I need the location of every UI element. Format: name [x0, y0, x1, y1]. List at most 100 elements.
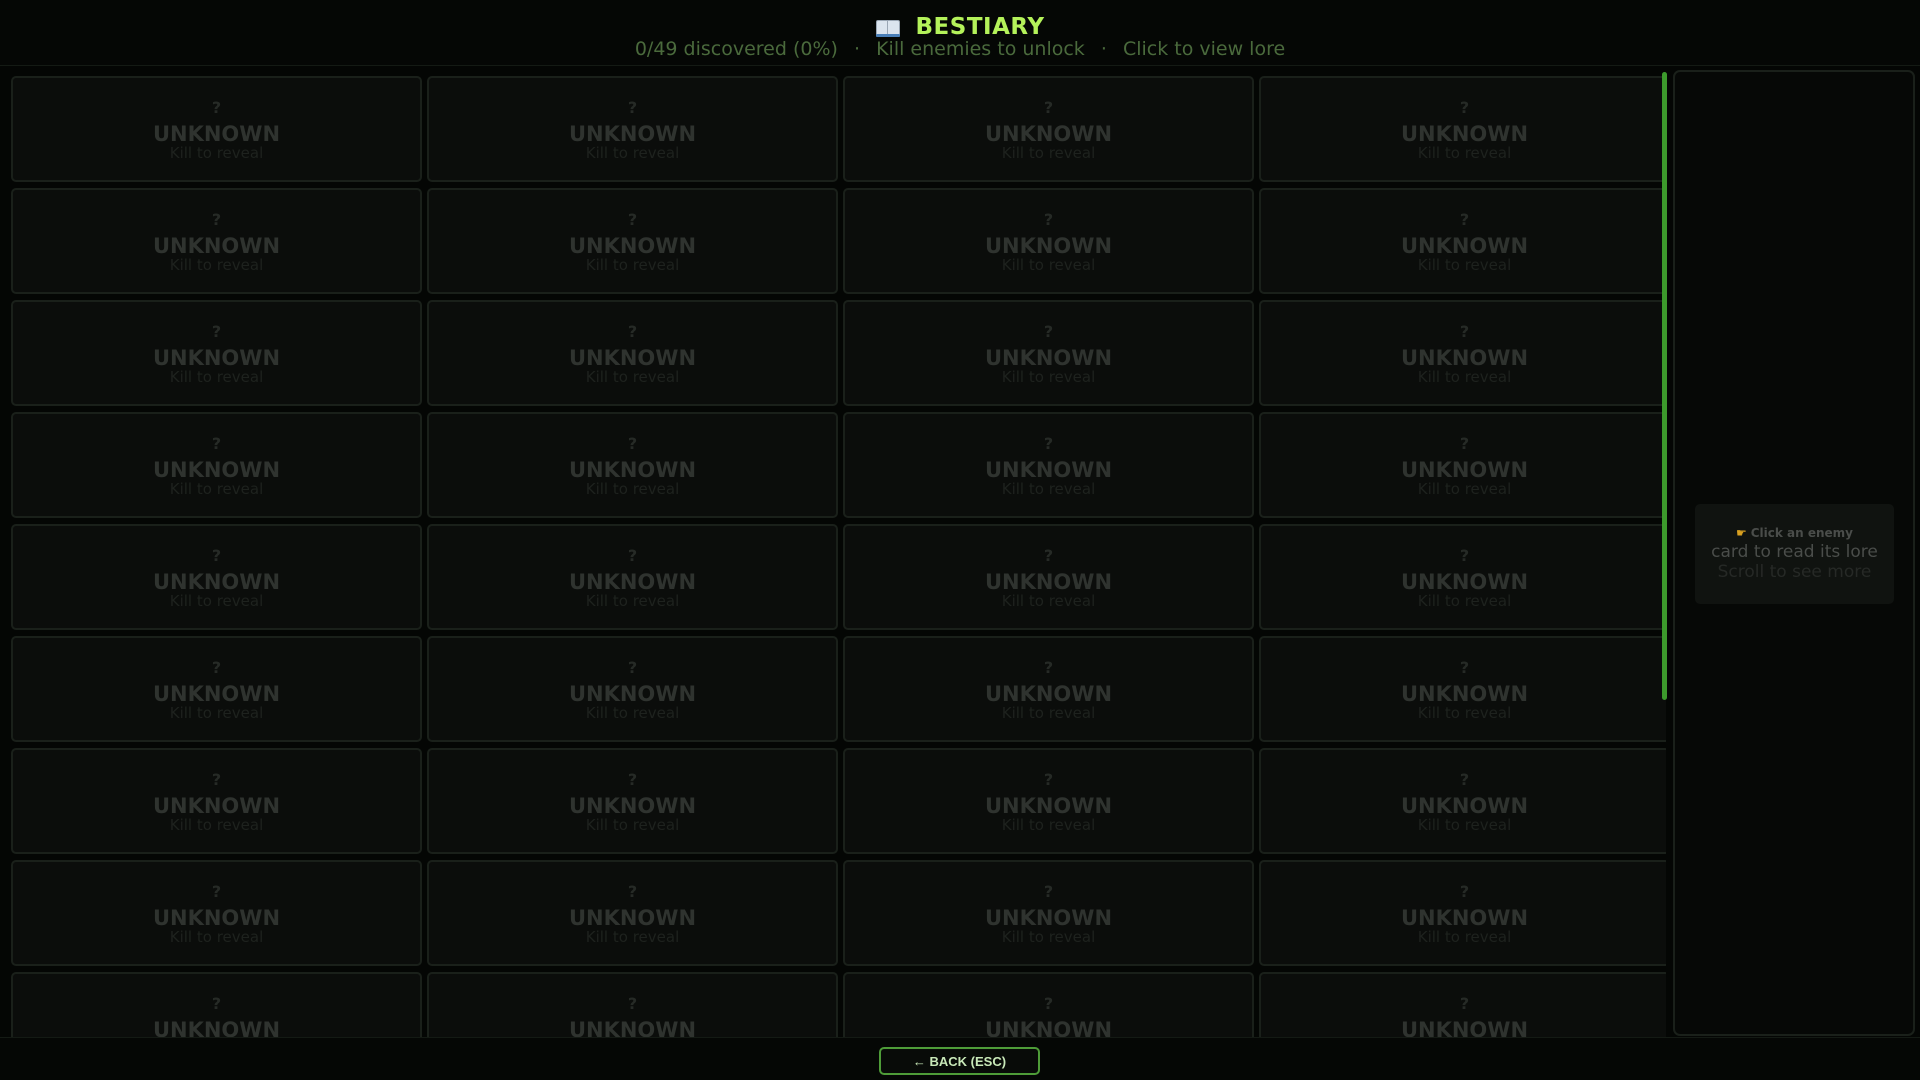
unknown-glyph: ? [1459, 994, 1470, 1013]
enemy-card[interactable]: ? UNKNOWNKill to reveal [427, 636, 838, 742]
enemy-card[interactable]: ?UNKNOWNKill to reveal [11, 300, 422, 406]
enemy-name: UNKNOWN [152, 122, 281, 146]
enemy-card[interactable]: ?UNKNOWNKill to reveal [11, 76, 422, 182]
unknown-glyph: ? [1043, 546, 1054, 565]
enemy-card[interactable]: ?UNKNOWNKill to reveal [1259, 636, 1666, 742]
unknown-glyph: ? [211, 770, 222, 789]
enemy-hint: Kill to reveal [169, 928, 264, 946]
pointing-hand-icon: ☛ [1735, 526, 1747, 540]
enemy-hint: Kill to reveal [585, 592, 680, 610]
title-row: BESTIARY [0, 14, 1920, 40]
enemy-grid-scroll-area[interactable]: ? UNKNOWN Kill to reveal? UNKNOWN Kill to re… [10, 75, 1666, 1037]
enemy-card[interactable]: ?UNKNOWNKill to reveal [843, 972, 1254, 1037]
back-button[interactable]: ← BACK (ESC) [879, 1047, 1040, 1075]
enemy-name: UNKNOWN [568, 1018, 697, 1037]
unknown-glyph: ? [627, 882, 638, 901]
unlock-hint: Kill enemies to unlock [876, 38, 1085, 60]
enemy-card[interactable]: ?UNKNOWNKill to reveal [11, 636, 422, 742]
unknown-glyph: ? [1043, 994, 1054, 1013]
unknown-glyph: ? [1459, 322, 1470, 341]
unknown-glyph: ? [1459, 770, 1470, 789]
unknown-glyph: ? [1043, 882, 1054, 901]
enemy-card[interactable]: ?UNKNOWNKill to reveal [11, 972, 422, 1037]
enemy-card[interactable]: ?UNKNOWNKill to reveal [11, 524, 422, 630]
enemy-card[interactable]: ?UNKNOWNKill to reveal [1259, 412, 1666, 518]
enemy-hint: Kill to reveal [585, 928, 680, 946]
unknown-glyph: ? [627, 546, 638, 565]
unknown-glyph: ? [211, 994, 222, 1013]
enemy-name: UNKNOWN [984, 234, 1113, 258]
enemy-hint: Kill to reveal [169, 480, 264, 498]
enemy-name: UNKNOWN [568, 570, 697, 594]
enemy-card[interactable]: ?UNKNOWNKill to reveal [11, 412, 422, 518]
unknown-glyph: ? [1043, 770, 1054, 789]
enemy-card[interactable]: ? UNKNOWNKill to reveal [427, 524, 838, 630]
enemy-card[interactable]: ?UNKNOWNKill to reveal [1259, 76, 1666, 182]
enemy-card[interactable]: ? UNKNOWNKill to reveal [1259, 748, 1666, 854]
enemy-card[interactable]: ?UNKNOWNKill to reveal [427, 300, 838, 406]
enemy-hint: Kill to reveal [169, 704, 264, 722]
enemy-name: UNKNOWN [152, 794, 281, 818]
enemy-hint: Kill to reveal [169, 256, 264, 274]
enemy-card[interactable]: ?UNKNOWNKill to reveal [843, 748, 1254, 854]
enemy-name: UNKNOWN [568, 682, 697, 706]
enemy-card[interactable]: ?UNKNOWNKill to reveal [843, 636, 1254, 742]
enemy-name: UNKNOWN [152, 346, 281, 370]
enemy-card[interactable]: ?UNKNOWNKill to reveal [1259, 188, 1666, 294]
enemy-name: UNKNOWN [152, 1018, 281, 1037]
enemy-name: UNKNOWN [1400, 346, 1529, 370]
enemy-card[interactable]: ?UNKNOWNKill to reveal [1259, 524, 1666, 630]
enemy-card[interactable]: ?UNKNOWNKill to reveal [11, 860, 422, 966]
separator: · [853, 38, 861, 60]
enemy-name: UNKNOWN [568, 234, 697, 258]
unknown-glyph: ? [1043, 98, 1054, 117]
lore-hint-line-3: Scroll to see more [1717, 562, 1872, 582]
enemy-hint: Kill to reveal [1417, 816, 1512, 834]
enemy-hint: Kill to reveal [1417, 144, 1512, 162]
enemy-card[interactable]: ? UNKNOWNKill to reveal [427, 188, 838, 294]
enemy-card[interactable]: ?UNKNOWNKill to reveal [427, 748, 838, 854]
enemy-hint: Kill to reveal [1001, 704, 1096, 722]
enemy-card[interactable]: ?UNKNOWNKill to reveal [427, 972, 838, 1037]
unknown-glyph: ? [1043, 210, 1054, 229]
lore-hint-line-2: card to read its lore [1711, 542, 1878, 562]
unknown-glyph: ? [627, 210, 638, 229]
enemy-hint: Kill to reveal [169, 816, 264, 834]
scrollbar-thumb[interactable] [1662, 72, 1667, 700]
enemy-card[interactable]: ?UNKNOWNKill to reveal [843, 188, 1254, 294]
footer: ← BACK (ESC) [0, 1037, 1920, 1080]
unknown-glyph: ? [627, 770, 638, 789]
enemy-hint: Kill to reveal [585, 816, 680, 834]
enemy-card[interactable]: ?UNKNOWNKill to reveal [11, 188, 422, 294]
unknown-glyph: ? [627, 434, 638, 453]
enemy-card[interactable]: ?UNKNOWNKill to reveal [843, 76, 1254, 182]
enemy-card[interactable]: ?UNKNOWNKill to reveal [843, 860, 1254, 966]
enemy-card[interactable]: ?UNKNOWNKill to reveal [1259, 972, 1666, 1037]
enemy-card[interactable]: ?UNKNOWNKill to reveal [427, 76, 838, 182]
enemy-hint: Kill to reveal [585, 144, 680, 162]
unknown-glyph: ? [627, 658, 638, 677]
scrollbar[interactable] [1662, 72, 1667, 1037]
enemy-card[interactable]: ?UNKNOWNKill to reveal [843, 412, 1254, 518]
enemy-hint: Kill to reveal [585, 256, 680, 274]
enemy-name: UNKNOWN [984, 906, 1113, 930]
unknown-glyph: ? [211, 434, 222, 453]
enemy-grid: ? UNKNOWN Kill to reveal? UNKNOWN Kill to re… [10, 75, 1666, 1037]
enemy-card[interactable]: ? UNKNOWNKill to reveal [11, 748, 422, 854]
enemy-card[interactable]: ?UNKNOWNKill to reveal [1259, 300, 1666, 406]
enemy-card[interactable]: ? UNKNOWNKill to reveal [427, 860, 838, 966]
enemy-card[interactable]: ?UNKNOWNKill to reveal [427, 412, 838, 518]
enemy-card[interactable]: ?UNKNOWNKill to reveal [1259, 860, 1666, 966]
enemy-name: UNKNOWN [1400, 794, 1529, 818]
unknown-glyph: ? [627, 994, 638, 1013]
enemy-hint: Kill to reveal [585, 704, 680, 722]
enemy-card[interactable]: ?UNKNOWNKill to reveal [843, 300, 1254, 406]
enemy-hint: Kill to reveal [1417, 256, 1512, 274]
open-book-icon [875, 17, 900, 37]
enemy-hint: Kill to reveal [169, 368, 264, 386]
enemy-name: UNKNOWN [568, 906, 697, 930]
enemy-name: UNKNOWN [984, 1018, 1113, 1037]
enemy-name: UNKNOWN [1400, 906, 1529, 930]
bestiary-screen: BESTIARY 0/49 discovered (0%) · Kill ene… [0, 0, 1920, 1080]
enemy-card[interactable]: ?UNKNOWNKill to reveal [843, 524, 1254, 630]
